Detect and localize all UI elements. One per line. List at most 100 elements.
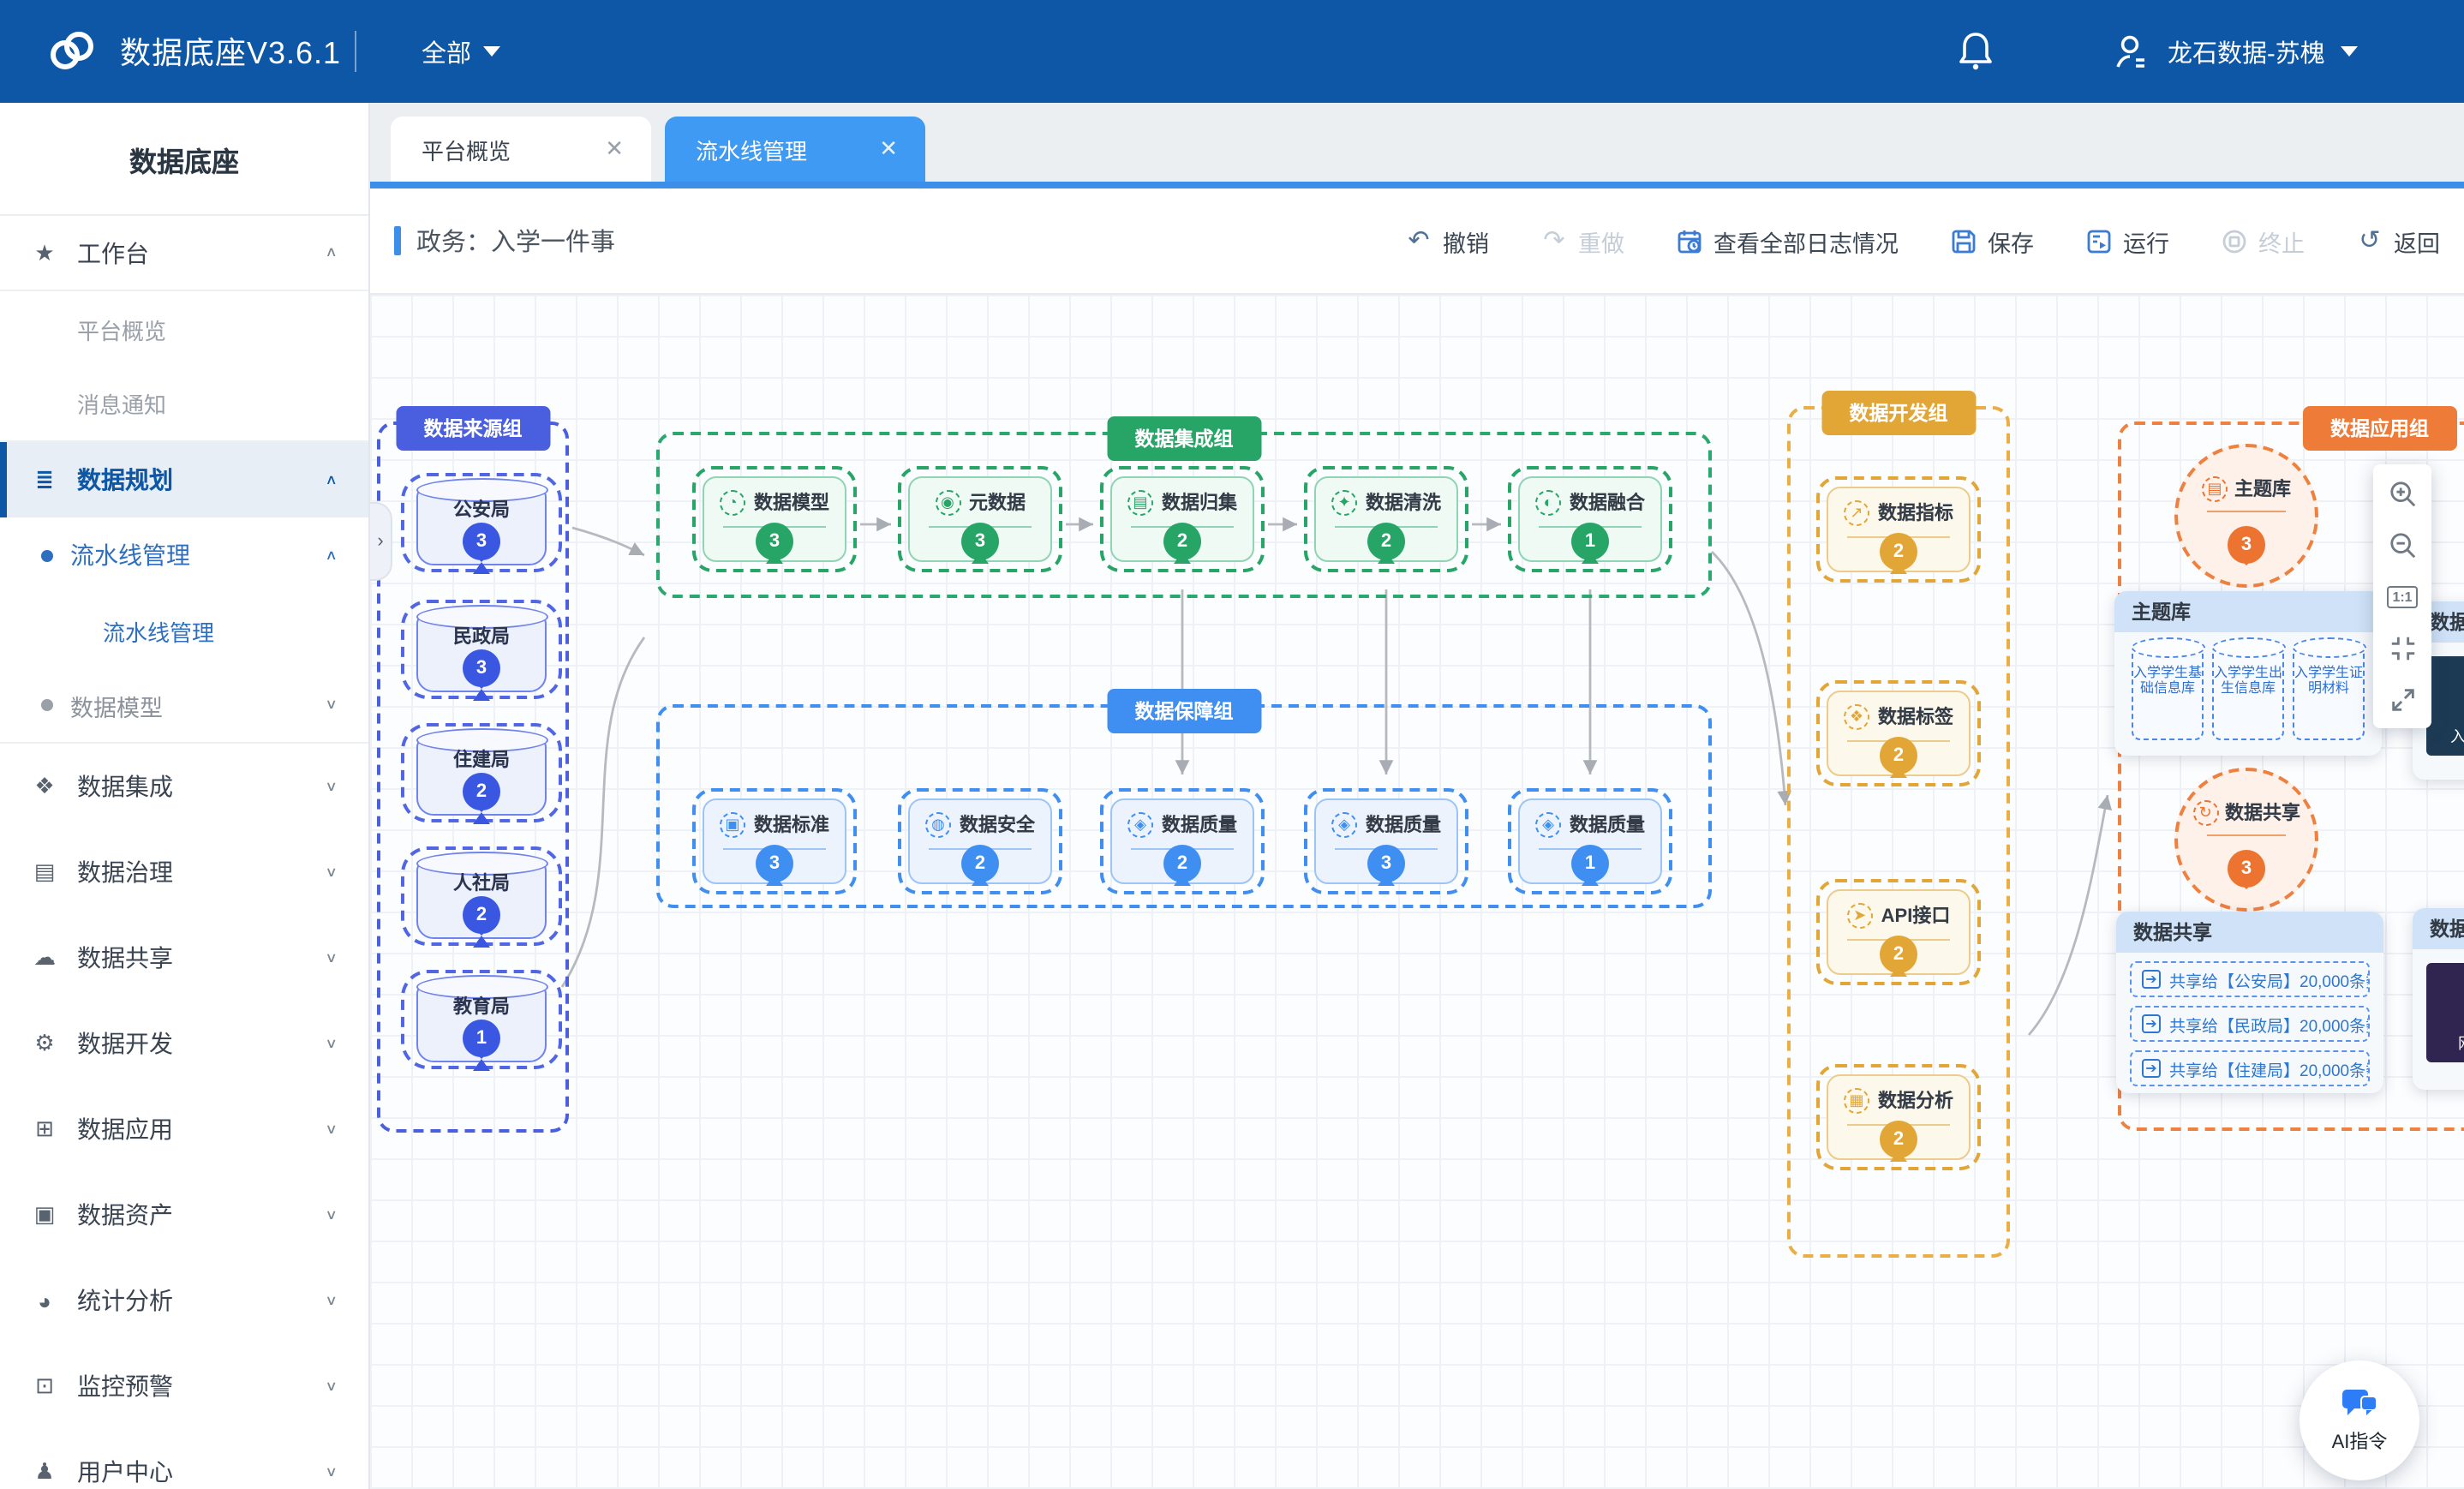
share-row-zhujianju[interactable]: ➔ 共享给【住建局】20,000条数据 (2130, 1050, 2370, 1086)
save-button[interactable]: 保存 (1950, 224, 2034, 258)
sidebar-item-statistics[interactable]: ◕ 统计分析 ∨ (0, 1258, 368, 1343)
edge-panel-share[interactable]: 数据 网 (2413, 908, 2464, 1090)
chevron-down-icon (483, 46, 500, 57)
db-cylinder-certificates[interactable]: 入学学生证明材料 (2293, 644, 2365, 740)
sidebar-item-pipeline-management[interactable]: 流水线管理 ∧ (0, 517, 368, 593)
node-metadata[interactable]: ◉ 元数据 3 (898, 466, 1062, 572)
shield-icon: ◍ (925, 811, 951, 837)
tab-platform-overview[interactable]: 平台概览 ✕ (391, 117, 651, 182)
node-data-label[interactable]: ❖ 数据标签 2 (1816, 680, 1981, 786)
sidebar-item-data-application[interactable]: ⊞ 数据应用 ∨ (0, 1086, 368, 1172)
tag-icon: ❖ (1844, 703, 1869, 729)
node-data-quality-2[interactable]: ◈ 数据质量 3 (1304, 788, 1468, 894)
node-data-standard[interactable]: ▣ 数据标准 3 (692, 788, 857, 894)
panel-expander-handle[interactable]: › (370, 502, 392, 581)
sidebar-item-data-governance[interactable]: ▤ 数据治理 ∨ (0, 829, 368, 915)
node-data-collection[interactable]: ▤ 数据归集 2 (1100, 466, 1265, 572)
sidebar-item-monitoring[interactable]: ⊡ 监控预警 ∨ (0, 1343, 368, 1429)
shield-icon: ▣ (720, 811, 745, 837)
share-export-icon: ➔ (2142, 970, 2161, 989)
count-badge: 3 (463, 649, 500, 687)
node-zhujianju[interactable]: 住建局 2 (401, 723, 562, 822)
bullet-icon (41, 549, 53, 561)
panel-header: 主题库 (2114, 591, 2382, 632)
node-data-quality-3[interactable]: ◈ 数据质量 1 (1508, 788, 1672, 894)
database-cylinder-icon: 教育局 1 (416, 984, 547, 1062)
sidebar-item-data-assets[interactable]: ▣ 数据资产 ∨ (0, 1172, 368, 1258)
count-badge: 3 (2228, 526, 2265, 564)
count-badge: 1 (463, 1020, 500, 1057)
node-theme-library[interactable]: ▤ 主题库 3 (2174, 444, 2318, 588)
node-api-interface[interactable]: ➤ API接口 2 (1816, 879, 1981, 985)
top-bar: 数据底座V3.6.1 全部 龙石数据-苏槐 (0, 0, 2464, 103)
chevron-down-icon: ∨ (325, 1378, 338, 1394)
node-data-analysis[interactable]: ▦ 数据分析 2 (1816, 1064, 1981, 1170)
db-cylinder-birth-info[interactable]: 入学学生出生信息库 (2212, 644, 2284, 740)
fit-center-button[interactable] (2382, 629, 2423, 667)
connector-tip (1890, 766, 1907, 778)
db-cylinder-basic-info[interactable]: 入学学生基础信息库 (2132, 644, 2204, 740)
node-data-quality-1[interactable]: ◈ 数据质量 2 (1100, 788, 1265, 894)
sidebar-item-data-sharing[interactable]: ☁ 数据共享 ∨ (0, 915, 368, 1001)
chevron-down-icon: ∨ (325, 950, 338, 966)
actual-size-button[interactable]: 1:1 (2382, 577, 2423, 615)
app-logo-icon (45, 24, 99, 79)
view-logs-button[interactable]: 查看全部日志情况 (1676, 224, 1899, 258)
sidebar-item-data-development[interactable]: ⚙ 数据开发 ∨ (0, 1001, 368, 1086)
node-data-model[interactable]: ◔ 数据模型 3 (692, 466, 857, 572)
tab-pipeline-management[interactable]: 流水线管理 ✕ (665, 117, 925, 182)
run-button[interactable]: 运行 (2085, 224, 2169, 258)
sidebar-item-workbench[interactable]: ★ 工作台 ∧ (0, 216, 368, 291)
node-data-indicator[interactable]: ↗ 数据指标 2 (1816, 476, 1981, 583)
node-minzhengju[interactable]: 民政局 3 (401, 600, 562, 699)
sidebar-item-message-notice[interactable]: 消息通知 (0, 367, 368, 442)
scope-dropdown[interactable]: 全部 (422, 0, 500, 103)
close-icon[interactable]: ✕ (872, 132, 905, 166)
sidebar-item-platform-overview[interactable]: 平台概览 (0, 291, 368, 367)
terminate-button[interactable]: 终止 (2221, 224, 2305, 258)
node-data-security[interactable]: ◍ 数据安全 2 (898, 788, 1062, 894)
notifications-bell-icon[interactable] (1953, 29, 1998, 74)
chevron-down-icon: ∨ (325, 1464, 338, 1480)
back-button[interactable]: ↺ 返回 (2356, 224, 2440, 258)
node-gonganju[interactable]: 公安局 3 (401, 473, 562, 572)
report-thumbnail[interactable]: 网 (2426, 963, 2464, 1062)
sidebar-item-data-model[interactable]: 数据模型 ∨ (0, 668, 368, 744)
data-share-panel[interactable]: 数据共享 ➔ 共享给【公安局】20,000条数据 ➔ 共享给【民政局】20,00… (2116, 912, 2383, 1093)
node-data-cleaning[interactable]: ✦ 数据清洗 2 (1304, 466, 1468, 572)
connector-tip (1890, 562, 1907, 574)
metadata-icon: ◉ (935, 489, 960, 515)
ai-command-button[interactable]: AI指令 (2300, 1360, 2419, 1480)
undo-button[interactable]: ↶ 撤销 (1405, 224, 1489, 258)
trend-icon: ↗ (1844, 499, 1869, 525)
node-jiaoyuju[interactable]: 教育局 1 (401, 970, 562, 1069)
zoom-out-button[interactable] (2382, 526, 2423, 564)
node-data-fusion[interactable]: ◐ 数据融合 1 (1508, 466, 1672, 572)
group-badge: 数据来源组 (397, 406, 550, 451)
theme-library-panel[interactable]: 主题库 入学学生基础信息库 入学学生出生信息库 入学学生证明材料 (2114, 591, 2382, 756)
title-accent-bar (394, 226, 401, 255)
node-data-share[interactable]: ↻ 数据共享 3 (2174, 768, 2318, 912)
sidebar-item-user-center[interactable]: ♟ 用户中心 ∨ (0, 1429, 368, 1489)
fullscreen-button[interactable] (2382, 680, 2423, 718)
close-icon[interactable]: ✕ (598, 132, 631, 166)
chevron-down-icon: ∨ (325, 1293, 338, 1308)
sidebar-item-data-planning[interactable]: ≣ 数据规划 ∧ (0, 442, 368, 517)
rocket-icon: ➤ (1847, 902, 1873, 928)
sidebar-item-data-integration[interactable]: ❖ 数据集成 ∨ (0, 744, 368, 829)
user-menu[interactable]: 龙石数据-苏槐 (2111, 0, 2358, 103)
pipeline-canvas[interactable]: › 数据来源组 公安局 3 民政局 3 (370, 295, 2464, 1489)
sidebar-item-pipeline-management-sub[interactable]: 流水线管理 (0, 593, 368, 668)
share-row-minzhengju[interactable]: ➔ 共享给【民政局】20,000条数据 (2130, 1006, 2370, 1042)
fusion-icon: ◐ (1535, 489, 1561, 515)
zoom-in-button[interactable] (2382, 475, 2423, 512)
node-rensheju[interactable]: 人社局 2 (401, 846, 562, 946)
report-thumbnail[interactable]: 入学 (2426, 656, 2464, 756)
return-arrow-icon: ↺ (2356, 227, 2383, 254)
share-cycle-icon: ↻ (2192, 799, 2218, 825)
tab-bar: 平台概览 ✕ 流水线管理 ✕ (370, 103, 2464, 182)
share-row-gonganju[interactable]: ➔ 共享给【公安局】20,000条数据 (2130, 961, 2370, 997)
redo-button[interactable]: ↷ 重做 (1540, 224, 1624, 258)
chevron-down-icon: ∨ (325, 697, 338, 713)
topbar-divider (355, 31, 356, 72)
